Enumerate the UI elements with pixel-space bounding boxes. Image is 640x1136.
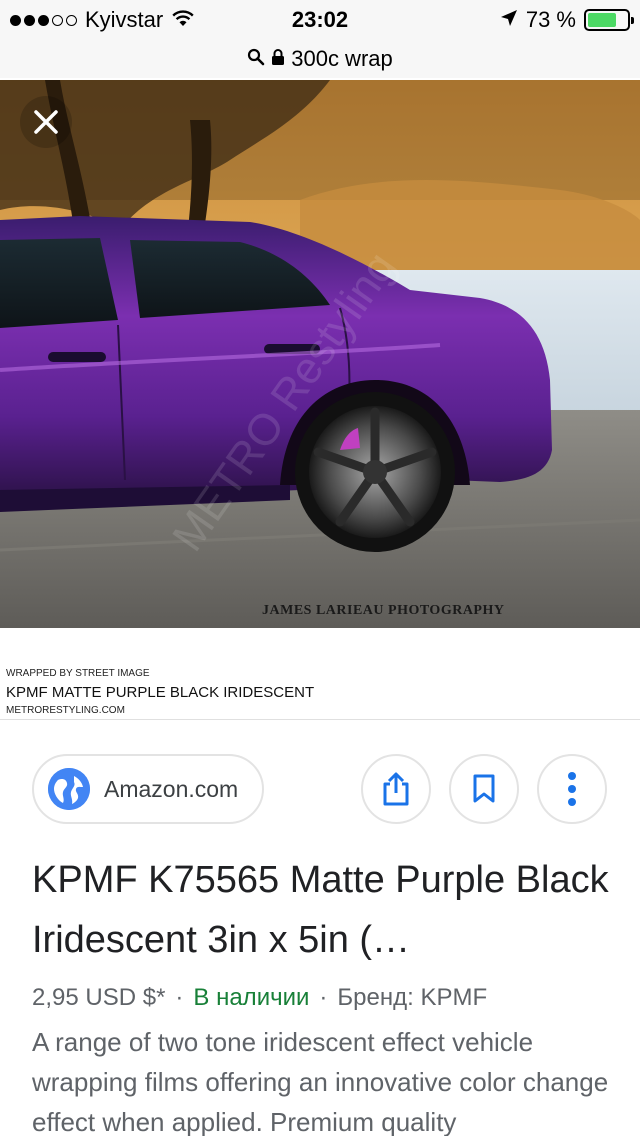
- system-indicators: 73 %: [500, 6, 634, 34]
- availability: В наличии: [193, 984, 310, 1011]
- result-title[interactable]: KPMF K75565 Matte Purple Black Iridescen…: [32, 850, 612, 970]
- brand: Бренд: KPMF: [337, 984, 488, 1011]
- address-text: 300c wrap: [291, 46, 393, 71]
- lock-icon: [271, 46, 285, 72]
- battery-level: [588, 13, 616, 27]
- source-link[interactable]: Amazon.com: [32, 754, 264, 824]
- share-button[interactable]: [361, 754, 431, 824]
- image-caption: WRAPPED BY STREET IMAGE KPMF MATTE PURPL…: [0, 628, 640, 720]
- caption-top: WRAPPED BY STREET IMAGE: [6, 668, 150, 679]
- result-image[interactable]: METRO Restyling: [0, 80, 640, 628]
- more-options-button[interactable]: [537, 754, 607, 824]
- source-label: Amazon.com: [104, 775, 239, 802]
- more-vertical-icon: [568, 772, 576, 806]
- globe-icon: [48, 768, 90, 810]
- save-button[interactable]: [449, 754, 519, 824]
- share-icon: [383, 772, 409, 806]
- battery-percent: 73 %: [525, 7, 576, 32]
- location-arrow-icon: [500, 7, 518, 33]
- result-meta: 2,95 USD $* · В наличии · Бренд: KPMF: [32, 984, 488, 1011]
- close-icon: [34, 110, 58, 134]
- caption-bottom: METRORESTYLING.COM: [6, 705, 125, 716]
- photo-credit: JAMES LARIEAU PHOTOGRAPHY: [262, 603, 505, 618]
- bookmark-icon: [473, 774, 495, 803]
- battery-icon: [584, 9, 634, 31]
- price: 2,95 USD $*: [32, 984, 166, 1011]
- address-bar[interactable]: 300c wrap: [0, 40, 640, 78]
- result-description: A range of two tone iridescent effect ve…: [32, 1027, 609, 1136]
- close-button[interactable]: [20, 96, 72, 148]
- caption-main: KPMF MATTE PURPLE BLACK IRIDESCENT: [6, 684, 315, 701]
- search-icon: [247, 46, 265, 72]
- status-bar: Kyivstar 23:02 73 %: [0, 0, 640, 40]
